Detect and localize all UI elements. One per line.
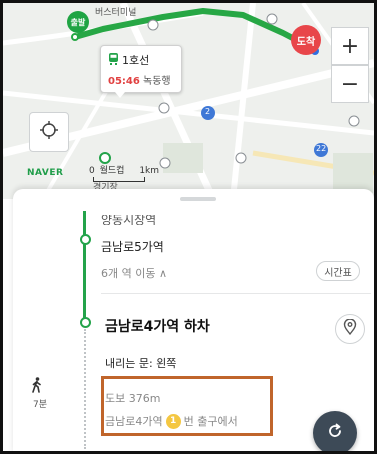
divider (101, 293, 371, 294)
refresh-button[interactable] (313, 411, 357, 451)
station-name-partial: 양동시장역 (101, 215, 157, 225)
train-info-bubble[interactable]: 1호선 05:46 녹동행 (100, 45, 182, 98)
route-detail-sheet[interactable]: 양동시장역 금남로5가역 6개 역 이동 ∧ 시간표 금남로4가역 하차 내리는… (13, 189, 374, 451)
crosshair-icon (39, 120, 59, 144)
stops-count-toggle[interactable]: 6개 역 이동 ∧ (101, 265, 167, 281)
walk-distance: 도보 376m (105, 392, 161, 405)
map-view[interactable]: 버스터미널 2 22 출발 도착 1호선 05:46 녹동행 + − NAVER… (3, 3, 374, 199)
bus-badge: 2 (205, 107, 211, 116)
exit-number-badge: 1 (165, 413, 181, 429)
zoom-in-button[interactable]: + (331, 27, 369, 65)
zoom-out-button[interactable]: − (331, 65, 369, 103)
end-pin[interactable]: 도착 (291, 25, 321, 55)
naver-logo: NAVER (27, 168, 64, 178)
door-side-info: 내리는 문: 왼쪽 (105, 357, 177, 370)
station-location-button[interactable] (335, 314, 365, 344)
exit-info: 금남로4가역 1 번 출구에서 (105, 413, 238, 429)
exit-suffix: 번 출구에서 (183, 415, 238, 428)
subway-line-rail (83, 211, 86, 321)
map-place-label: 버스터미널 (95, 8, 137, 18)
refresh-icon (326, 422, 344, 444)
station-name-prev: 금남로5가역 (101, 240, 164, 254)
train-departure-time: 05:46 (108, 76, 140, 87)
sheet-drag-handle[interactable] (180, 197, 216, 201)
map-scale: 0 월드컵 1km (89, 163, 159, 176)
start-pin[interactable]: 출발 (67, 11, 89, 33)
scale-distance: 1km (139, 166, 160, 176)
location-pin-icon (343, 318, 357, 339)
station-dot (80, 317, 91, 328)
app-frame: 버스터미널 2 22 출발 도착 1호선 05:46 녹동행 + − NAVER… (0, 0, 377, 454)
train-line-label: 1호선 (122, 54, 150, 67)
alight-station-title: 금남로4가역 하차 (105, 319, 210, 335)
bus-badge: 22 (316, 144, 327, 153)
scale-place: 월드컵 (99, 166, 125, 176)
scale-zero: 0 (89, 166, 95, 176)
walking-person-icon (31, 377, 43, 397)
station-dot (80, 234, 91, 245)
my-location-button[interactable] (29, 112, 69, 152)
train-direction: 녹동행 (143, 76, 171, 87)
walk-duration: 7분 (33, 400, 48, 410)
exit-station-name: 금남로4가역 (105, 415, 163, 428)
train-icon (108, 52, 119, 68)
walking-path-line (84, 329, 86, 449)
timetable-button[interactable]: 시간표 (316, 261, 360, 281)
